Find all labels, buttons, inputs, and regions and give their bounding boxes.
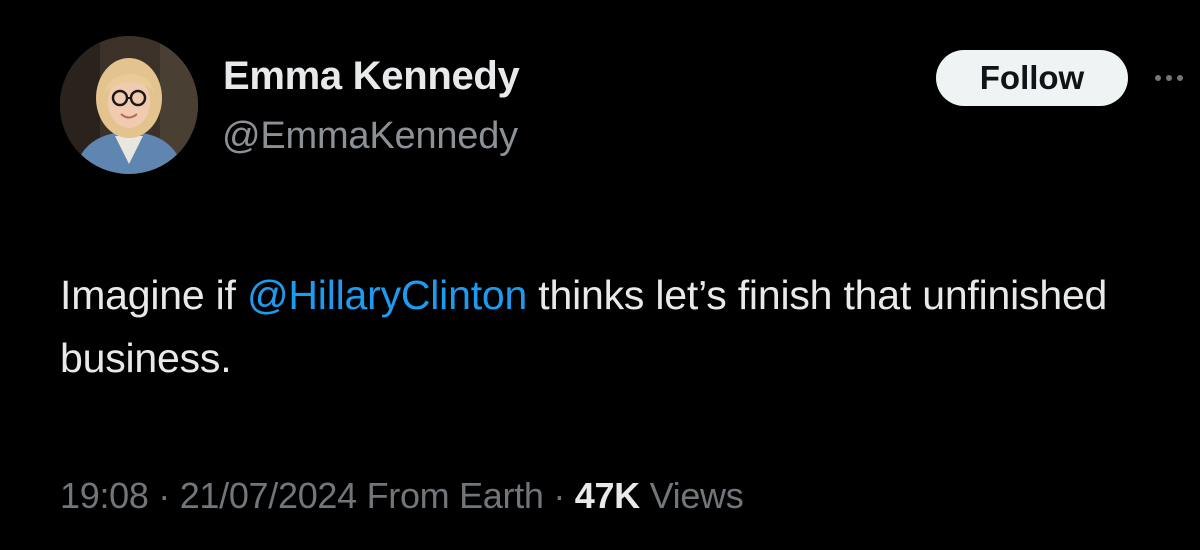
views-label: Views	[639, 475, 744, 516]
tweet-meta: 19:08 · 21/07/2024 From Earth · 47K View…	[60, 475, 744, 517]
meta-separator: ·	[148, 475, 180, 516]
more-dot	[1177, 75, 1183, 81]
avatar[interactable]	[60, 36, 198, 174]
tweet-source: From Earth	[356, 475, 544, 516]
more-dot	[1166, 75, 1172, 81]
author-handle[interactable]: @EmmaKennedy	[222, 115, 518, 158]
tweet-time[interactable]: 19:08	[60, 475, 149, 516]
author-display-name[interactable]: Emma Kennedy	[223, 54, 520, 99]
more-dot	[1155, 75, 1161, 81]
mention-link[interactable]: @HillaryClinton	[247, 272, 527, 318]
tweet-text-before: Imagine if	[60, 272, 247, 318]
tweet-text: Imagine if @HillaryClinton thinks let’s …	[60, 264, 1160, 390]
more-horizontal-icon[interactable]	[1155, 58, 1200, 98]
follow-button[interactable]: Follow	[936, 50, 1128, 106]
meta-separator: ·	[543, 475, 575, 516]
tweet-date[interactable]: 21/07/2024	[180, 475, 357, 516]
views-count[interactable]: 47K	[575, 475, 640, 516]
